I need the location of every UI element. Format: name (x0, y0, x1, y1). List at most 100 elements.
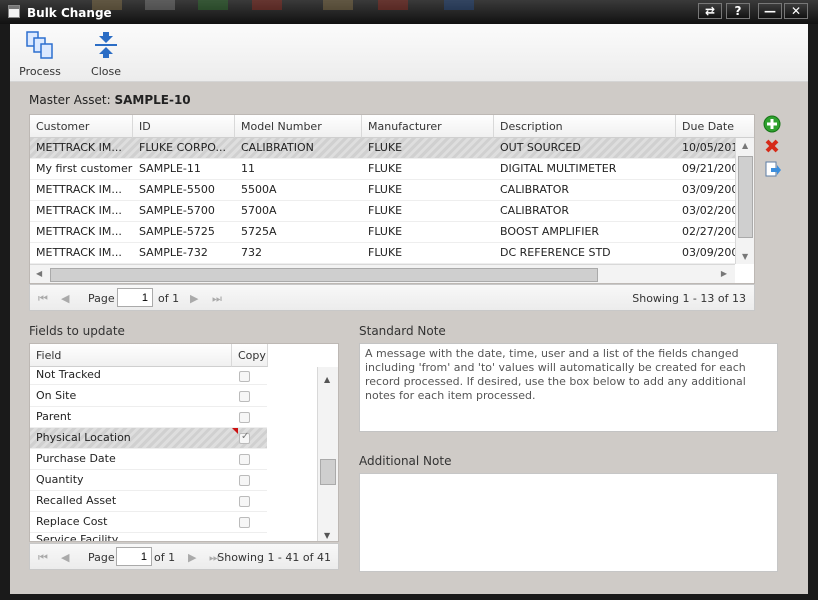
cell-due-date: 03/09/2007 (682, 246, 735, 259)
next-page-icon[interactable]: ▶ (190, 292, 198, 305)
master-asset-value: SAMPLE-10 (114, 93, 191, 107)
table-row[interactable]: METTRACK IM... SAMPLE-732 732 FLUKE DC R… (30, 243, 735, 264)
field-name: Not Tracked (36, 368, 101, 381)
close-label: Close (91, 65, 121, 78)
previous-page-icon[interactable]: ◀ (61, 292, 69, 305)
list-item[interactable]: Purchase Date (30, 449, 267, 470)
last-page-icon[interactable]: ⏭ (212, 292, 222, 306)
copy-checkbox[interactable] (239, 475, 250, 486)
cell-customer: METTRACK IM... (36, 204, 122, 217)
cell-customer: METTRACK IM... (36, 246, 122, 259)
scroll-down-icon[interactable]: ▼ (742, 252, 748, 261)
cell-description: BOOST AMPLIFIER (500, 225, 600, 238)
copy-checkbox[interactable] (239, 412, 250, 423)
assets-page-input[interactable] (117, 288, 153, 307)
column-field[interactable]: Field (30, 344, 232, 367)
scroll-right-icon[interactable]: ▶ (721, 269, 727, 278)
table-row[interactable]: METTRACK IM... SAMPLE-5725 5725A FLUKE B… (30, 222, 735, 243)
column-copy[interactable]: Copy (232, 344, 268, 367)
cell-id: SAMPLE-5725 (139, 225, 215, 238)
export-icon[interactable] (763, 160, 781, 178)
field-name: Replace Cost (36, 515, 108, 528)
remove-icon[interactable] (763, 137, 781, 155)
cell-model: 5500A (241, 183, 277, 196)
list-item[interactable]: Quantity (30, 470, 267, 491)
assets-vertical-scrollbar[interactable]: ▲ ▼ (735, 138, 754, 264)
add-icon[interactable] (763, 115, 781, 133)
collapse-arrows-icon (95, 32, 117, 58)
master-asset-label: Master Asset: (29, 93, 111, 107)
first-page-icon[interactable]: ⏮ (38, 292, 48, 306)
scroll-up-icon[interactable]: ▲ (324, 375, 330, 384)
fields-page-input[interactable] (116, 547, 152, 566)
process-icon (26, 31, 53, 59)
previous-page-icon[interactable]: ◀ (61, 551, 69, 564)
first-page-icon[interactable]: ⏮ (38, 551, 48, 565)
table-row[interactable]: METTRACK IM... FLUKE CORPO... CALIBRATIO… (30, 138, 735, 159)
copy-checkbox[interactable] (239, 391, 250, 402)
cell-id: SAMPLE-732 (139, 246, 208, 259)
dialog-toolbar: Process Close (10, 24, 808, 82)
scroll-down-icon[interactable]: ▼ (324, 531, 330, 540)
copy-checkbox[interactable] (239, 431, 250, 444)
background-toolbar-icon (198, 0, 228, 10)
column-model-number[interactable]: Model Number (235, 115, 362, 138)
field-name: Parent (36, 410, 72, 423)
close-window-button[interactable]: ✕ (784, 3, 808, 19)
list-item[interactable]: Parent (30, 407, 267, 428)
cell-due-date: 03/02/2007 (682, 204, 735, 217)
page-label: Page (88, 292, 115, 305)
assets-vertical-scroll-thumb[interactable] (738, 156, 753, 238)
close-button[interactable]: Close (81, 28, 131, 78)
additional-note-input[interactable] (359, 473, 778, 572)
additional-note-label: Additional Note (359, 454, 452, 468)
field-name: Recalled Asset (36, 494, 117, 507)
copy-checkbox[interactable] (239, 517, 250, 528)
cell-manufacturer: FLUKE (368, 183, 403, 196)
list-item[interactable]: Recalled Asset (30, 491, 267, 512)
fields-scroll-thumb[interactable] (320, 459, 336, 485)
fields-vertical-scrollbar[interactable]: ▲ ▼ (317, 367, 338, 541)
minimize-button[interactable]: — (758, 3, 782, 19)
list-item[interactable]: Physical Location (30, 428, 267, 449)
list-item[interactable]: Service Facility (30, 533, 267, 542)
cell-manufacturer: FLUKE (368, 246, 403, 259)
assets-horizontal-scrollbar[interactable]: ◀ ▶ (30, 264, 735, 283)
cell-id: SAMPLE-11 (139, 162, 201, 175)
list-item[interactable]: Replace Cost (30, 512, 267, 533)
page-count: of 1 (154, 551, 176, 564)
list-item[interactable]: Not Tracked (30, 367, 267, 385)
cell-model: 5700A (241, 204, 277, 217)
cell-due-date: 02/27/2007 (682, 225, 735, 238)
cell-manufacturer: FLUKE (368, 162, 403, 175)
bulk-change-window: Bulk Change ⇄ ? — ✕ Process Close Master… (0, 0, 818, 600)
table-row[interactable]: METTRACK IM... SAMPLE-5700 5700A FLUKE C… (30, 201, 735, 222)
cell-manufacturer: FLUKE (368, 204, 403, 217)
process-button[interactable]: Process (15, 28, 65, 78)
field-name: Service Facility (36, 533, 119, 542)
column-id[interactable]: ID (133, 115, 235, 138)
assets-horizontal-scroll-thumb[interactable] (50, 268, 598, 282)
column-manufacturer[interactable]: Manufacturer (362, 115, 494, 138)
table-row[interactable]: METTRACK IM... SAMPLE-5500 5500A FLUKE C… (30, 180, 735, 201)
cell-customer: METTRACK IM... (36, 225, 122, 238)
copy-checkbox[interactable] (239, 496, 250, 507)
cell-model: 11 (241, 162, 255, 175)
cell-id: SAMPLE-5500 (139, 183, 215, 196)
table-row[interactable]: My first customer SAMPLE-11 11 FLUKE DIG… (30, 159, 735, 180)
help-button[interactable]: ? (726, 3, 750, 19)
field-name: Purchase Date (36, 452, 116, 465)
copy-checkbox[interactable] (239, 454, 250, 465)
column-description[interactable]: Description (494, 115, 676, 138)
next-page-icon[interactable]: ▶ (188, 551, 196, 564)
fields-label: Fields to update (29, 324, 125, 338)
column-customer[interactable]: Customer (30, 115, 133, 138)
scroll-left-icon[interactable]: ◀ (36, 269, 42, 278)
page-label: Page (88, 551, 115, 564)
scroll-up-icon[interactable]: ▲ (742, 141, 748, 150)
swap-window-button[interactable]: ⇄ (698, 3, 722, 19)
list-item[interactable]: On Site (30, 386, 267, 407)
column-due-date[interactable]: Due Date (676, 115, 754, 138)
title-bar[interactable]: Bulk Change ⇄ ? — ✕ (0, 0, 818, 24)
copy-checkbox[interactable] (239, 371, 250, 382)
